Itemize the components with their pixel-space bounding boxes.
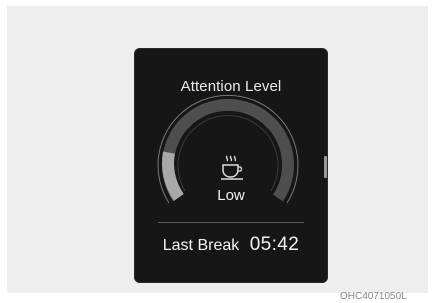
- divider: [158, 222, 304, 223]
- figure-code: OHC4071050L: [340, 291, 407, 302]
- figure-frame: Attention Level Low Last Break 05:42: [7, 6, 428, 293]
- last-break-row: Last Break 05:42: [134, 234, 328, 256]
- gauge-track: [162, 98, 294, 202]
- attention-display-panel: Attention Level Low Last Break 05:42: [134, 48, 328, 283]
- last-break-label: Last Break: [162, 237, 240, 254]
- coffee-cup-icon: [221, 155, 243, 180]
- attention-level-value: Low: [217, 187, 245, 204]
- last-break-time: 05:42: [249, 234, 300, 255]
- scroll-indicator: [324, 156, 327, 178]
